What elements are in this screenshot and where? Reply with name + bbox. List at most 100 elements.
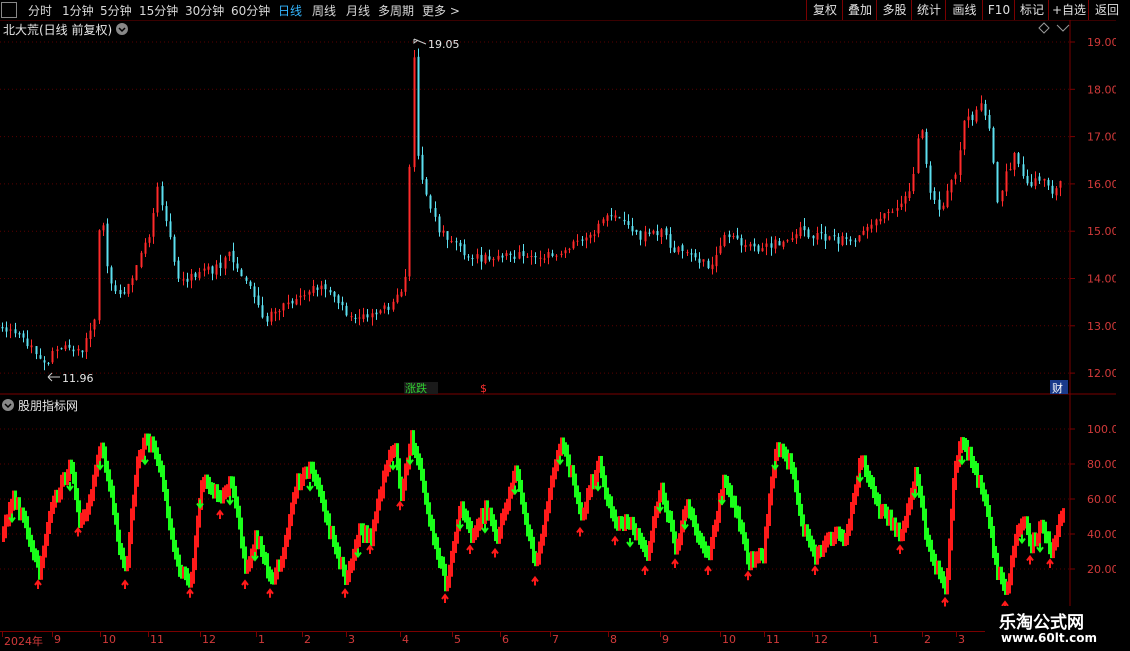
date-label: 1 (258, 633, 265, 646)
indicator-tick-label: 40.00 (1087, 528, 1116, 541)
indicator-chart[interactable]: 100.0 80.00 60.00 40.00 20.00 股朋指标网 (0, 395, 1116, 631)
candle-body (627, 221, 630, 226)
menu-box-icon[interactable] (1, 2, 17, 18)
candle-body (198, 271, 201, 278)
adjust-button[interactable]: 复权 (806, 0, 843, 20)
price-chart[interactable]: 19.00 18.00 17.00 16.00 15.00 14.00 13.00 12.00… (0, 20, 1116, 395)
sell-arrow-icon (856, 473, 864, 483)
candle-body (1005, 171, 1008, 192)
candle-body (518, 252, 521, 259)
candle-body (673, 247, 676, 253)
candle-body (177, 260, 180, 279)
date-tick (550, 632, 551, 637)
candle-body (824, 233, 827, 241)
candle-body (908, 191, 911, 199)
side-scrollbar[interactable] (1116, 20, 1130, 631)
title-dropdown-icon[interactable] (116, 23, 128, 35)
candle-body (249, 281, 252, 286)
candle-body (329, 290, 332, 293)
finance-badge-text: 财 (1052, 381, 1063, 395)
tab-15min[interactable]: 15分钟 (139, 2, 178, 19)
candle-body (476, 254, 479, 259)
candle-body (316, 287, 319, 290)
tab-30min[interactable]: 30分钟 (185, 2, 224, 19)
diamond-icon[interactable] (1038, 22, 1050, 34)
sell-arrow-icon (306, 482, 314, 492)
candle-body (312, 286, 315, 293)
candle-body (98, 230, 101, 321)
candle-body (711, 264, 714, 270)
indicator-dropdown-icon[interactable] (2, 399, 14, 411)
price-tick-label: 12.00 (1087, 367, 1116, 380)
tab-monthly[interactable]: 月线 (346, 2, 370, 19)
candle-body (156, 186, 159, 213)
buy-arrow-icon (531, 575, 539, 586)
collapse-icon[interactable] (1056, 24, 1070, 32)
candle-body (1013, 152, 1016, 170)
tab-multi-period[interactable]: 多周期 (378, 2, 414, 19)
candle-body (467, 256, 470, 258)
candle-body (18, 333, 21, 335)
candle-body (257, 295, 260, 306)
draw-button[interactable]: 画线 (945, 0, 983, 20)
buy-arrow-icon (811, 565, 819, 575)
candle-body (841, 236, 844, 245)
candle-body (585, 237, 588, 241)
overlay-button[interactable]: 叠加 (842, 0, 877, 20)
candle-body (26, 338, 29, 347)
buy-arrow-icon (366, 544, 374, 554)
multi-stock-button[interactable]: 多股 (876, 0, 912, 20)
candle-body (917, 138, 920, 173)
date-tick (452, 632, 453, 637)
tab-1min[interactable]: 1分钟 (62, 2, 94, 19)
sell-arrow-icon (626, 538, 634, 548)
dollar-marker[interactable]: $ (480, 382, 487, 395)
candle-body (912, 173, 915, 192)
tab-daily[interactable]: 日线 (278, 2, 302, 19)
candle-body (644, 231, 647, 242)
tab-weekly[interactable]: 周线 (312, 2, 336, 19)
candle-body (765, 243, 768, 247)
candle-body (1001, 190, 1004, 202)
candle-body (539, 257, 542, 259)
add-favorite-button[interactable]: +自选 (1048, 0, 1089, 20)
candle-body (219, 262, 222, 269)
date-label: 3 (958, 633, 965, 646)
candle-body (228, 251, 231, 257)
candle-body (749, 244, 752, 247)
mark-button[interactable]: 标记 (1014, 0, 1049, 20)
date-tick (660, 632, 661, 637)
candle-body (774, 239, 777, 249)
f10-button[interactable]: F10 (982, 0, 1015, 20)
stats-button[interactable]: 统计 (911, 0, 946, 20)
candle-body (211, 266, 214, 274)
limit-badge-text: 涨跌 (405, 381, 427, 395)
price-tick-label: 19.00 (1087, 36, 1116, 49)
price-tick-label: 13.00 (1087, 320, 1116, 333)
back-button[interactable]: 返回 (1088, 0, 1125, 20)
tab-60min[interactable]: 60分钟 (231, 2, 270, 19)
candle-body (282, 303, 285, 311)
indicator-tick-label: 20.00 (1087, 563, 1116, 576)
candle-body (5, 327, 8, 332)
tab-5min[interactable]: 5分钟 (100, 2, 132, 19)
candle-body (1038, 176, 1041, 181)
candle-body (480, 254, 483, 262)
tab-more[interactable]: 更多 > (422, 2, 460, 19)
tab-minute-time[interactable]: 分时 (28, 2, 52, 19)
candle-body (648, 232, 651, 234)
candle-body (463, 244, 466, 256)
candle-body (589, 234, 592, 238)
candle-body (240, 269, 243, 277)
candle-body (123, 292, 126, 294)
candle-body (471, 258, 474, 260)
date-label: 2024年 (4, 635, 43, 648)
buy-arrow-icon (941, 596, 949, 607)
candle-body (610, 215, 613, 217)
candle-body (925, 131, 928, 164)
candle-body (526, 256, 529, 258)
buy-arrow-icon (611, 535, 619, 546)
date-label: 11 (766, 633, 780, 646)
candle-body (278, 311, 281, 313)
date-tick (100, 632, 101, 637)
